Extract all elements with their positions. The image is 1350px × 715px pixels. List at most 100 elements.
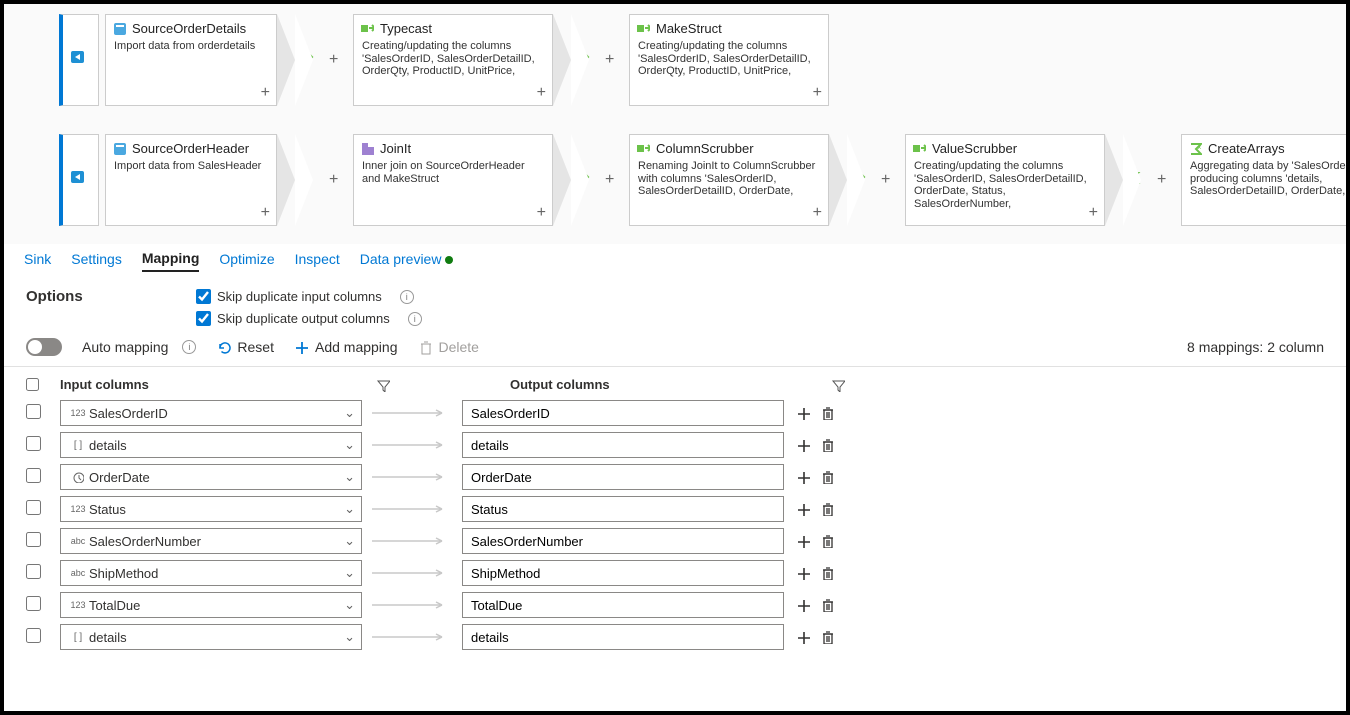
filter-icon[interactable] (831, 378, 845, 392)
flow-node-src2[interactable]: SourceOrderHeaderImport data from SalesH… (105, 134, 277, 226)
row-check[interactable] (26, 436, 41, 451)
mapping-arrow (362, 600, 462, 610)
trash-icon[interactable] (820, 566, 834, 580)
col-input-header: Input columns (60, 377, 149, 392)
flow-node-createarr[interactable]: CreateArraysAggregating data by 'SalesOr… (1181, 134, 1346, 226)
input-column-select[interactable]: TotalDue ⌄ (60, 592, 362, 618)
select-all-check[interactable] (26, 378, 39, 391)
source-icon (112, 141, 126, 155)
trash-icon[interactable] (820, 470, 834, 484)
output-column-input[interactable] (462, 400, 784, 426)
flow-node-joinit[interactable]: JoinIt Inner join on SourceOrderHeader an… (353, 134, 553, 226)
options-header: Options (26, 288, 196, 305)
input-column-select[interactable]: ShipMethod ⌄ (60, 560, 362, 586)
info-icon[interactable]: i (408, 312, 422, 326)
connector[interactable]: + (1105, 134, 1175, 226)
output-column-input[interactable] (462, 464, 784, 490)
add-icon[interactable] (796, 598, 810, 612)
chevron-down-icon: ⌄ (344, 533, 355, 549)
row-check[interactable] (26, 500, 41, 515)
chevron-down-icon: ⌄ (344, 405, 355, 421)
connector[interactable]: + (553, 14, 623, 106)
add-icon[interactable] (796, 406, 810, 420)
row-check[interactable] (26, 404, 41, 419)
connector[interactable]: + (553, 134, 623, 226)
tab-data-preview[interactable]: Data preview (360, 251, 454, 271)
derive-icon (360, 21, 374, 35)
flow-canvas[interactable]: SourceOrderDetailsImport data from order… (4, 4, 1346, 244)
tab-sink[interactable]: Sink (24, 251, 51, 271)
row-check[interactable] (26, 532, 41, 547)
filter-icon[interactable] (376, 378, 390, 392)
connector[interactable]: + (277, 14, 347, 106)
flow-node-valscrub[interactable]: ValueScrubber Creating/updating the colum… (905, 134, 1105, 226)
output-column-input[interactable] (462, 432, 784, 458)
node-subtitle: Import data from orderdetails (114, 40, 268, 53)
add-icon[interactable] (796, 502, 810, 516)
output-column-input[interactable] (462, 624, 784, 650)
source-handle[interactable] (59, 134, 99, 226)
node-title: JoinIt (380, 141, 544, 156)
preview-status-dot (445, 256, 453, 264)
input-column-select[interactable]: SalesOrderID ⌄ (60, 400, 362, 426)
node-subtitle: Import data from SalesHeader (114, 160, 268, 173)
connector[interactable]: + (829, 134, 899, 226)
trash-icon[interactable] (820, 502, 834, 516)
mapping-arrow (362, 408, 462, 418)
trash-icon[interactable] (820, 406, 834, 420)
input-column-select[interactable]: Status ⌄ (60, 496, 362, 522)
row-check[interactable] (26, 628, 41, 643)
mapping-row: details ⌄ (26, 432, 1324, 458)
input-column-name: OrderDate (89, 470, 344, 485)
flow-node-typecast[interactable]: TypecastCreating/updating the columns 'S… (353, 14, 553, 106)
tab-inspect[interactable]: Inspect (295, 251, 340, 271)
input-column-name: ShipMethod (89, 566, 344, 581)
trash-icon[interactable] (820, 438, 834, 452)
add-icon[interactable] (796, 534, 810, 548)
add-icon[interactable] (796, 630, 810, 644)
node-subtitle: Creating/updating the columns 'SalesOrde… (914, 160, 1094, 211)
flow-node-src1[interactable]: SourceOrderDetailsImport data from order… (105, 14, 277, 106)
add-icon[interactable] (796, 470, 810, 484)
skip-output-check[interactable]: Skip duplicate output columns (196, 311, 390, 326)
tabs: Sink Settings Mapping Optimize Inspect Data p… (4, 244, 1346, 278)
trash-icon[interactable] (820, 630, 834, 644)
row-check[interactable] (26, 468, 41, 483)
output-column-input[interactable] (462, 528, 784, 554)
automap-toggle[interactable] (26, 338, 62, 356)
trash-icon[interactable] (820, 534, 834, 548)
input-column-select[interactable]: OrderDate ⌄ (60, 464, 362, 490)
node-title: ValueScrubber (932, 141, 1096, 156)
output-column-input[interactable] (462, 592, 784, 618)
input-column-name: SalesOrderID (89, 406, 344, 421)
input-column-select[interactable]: details ⌄ (60, 432, 362, 458)
input-column-name: TotalDue (89, 598, 344, 613)
connector[interactable]: + (277, 134, 347, 226)
output-column-input[interactable] (462, 496, 784, 522)
tab-mapping[interactable]: Mapping (142, 250, 200, 272)
automap-label: Auto mappingi (82, 339, 196, 355)
input-column-select[interactable]: SalesOrderNumber ⌄ (60, 528, 362, 554)
input-column-name: Status (89, 502, 344, 517)
flow-node-colscrub[interactable]: ColumnScrubberRenaming JoinIt to ColumnS… (629, 134, 829, 226)
info-icon[interactable]: i (400, 290, 414, 304)
row-check[interactable] (26, 564, 41, 579)
tab-settings[interactable]: Settings (71, 251, 122, 271)
row-check[interactable] (26, 596, 41, 611)
output-column-input[interactable] (462, 560, 784, 586)
input-column-name: SalesOrderNumber (89, 534, 344, 549)
add-icon[interactable] (796, 438, 810, 452)
input-column-select[interactable]: details ⌄ (60, 624, 362, 650)
mapping-arrow (362, 472, 462, 482)
trash-icon[interactable] (820, 598, 834, 612)
skip-input-check[interactable]: Skip duplicate input columns (196, 289, 382, 304)
add-mapping-button[interactable]: Add mapping (294, 339, 398, 355)
tab-optimize[interactable]: Optimize (219, 251, 274, 271)
delete-button[interactable]: Delete (418, 339, 479, 355)
node-subtitle: Inner join on SourceOrderHeader and Make… (362, 160, 542, 185)
source-handle[interactable] (59, 14, 99, 106)
flow-node-makestruct[interactable]: MakeStructCreating/updating the columns … (629, 14, 829, 106)
reset-button[interactable]: Reset (216, 339, 274, 355)
mapping-row: details ⌄ (26, 624, 1324, 650)
add-icon[interactable] (796, 566, 810, 580)
